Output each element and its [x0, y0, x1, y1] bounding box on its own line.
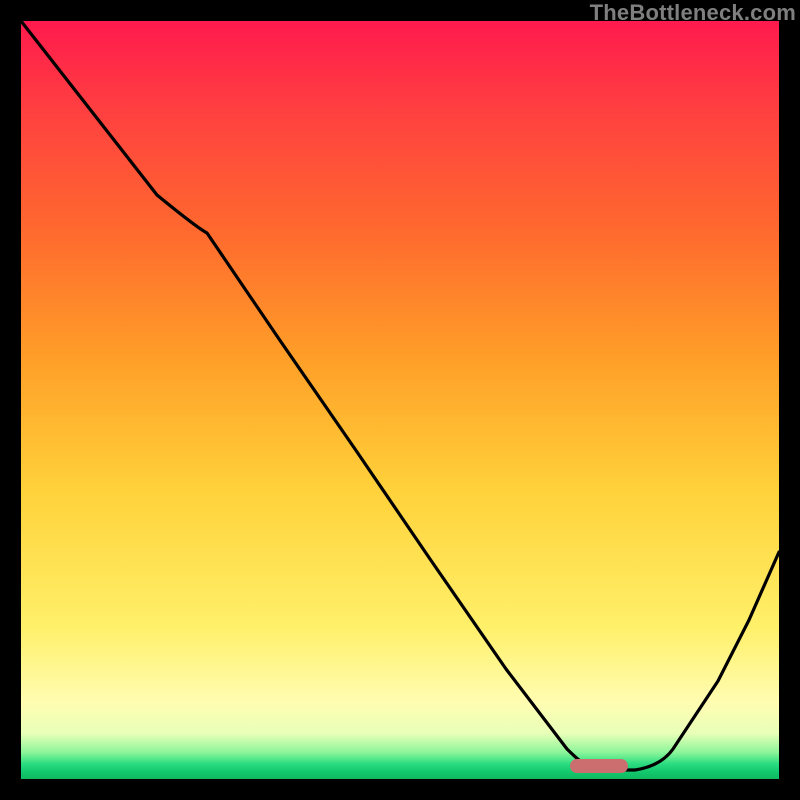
bottleneck-curve [21, 21, 779, 779]
optimum-marker [570, 759, 628, 773]
watermark-text: TheBottleneck.com [590, 0, 796, 26]
chart-frame [21, 21, 779, 779]
curve-path [21, 21, 779, 770]
